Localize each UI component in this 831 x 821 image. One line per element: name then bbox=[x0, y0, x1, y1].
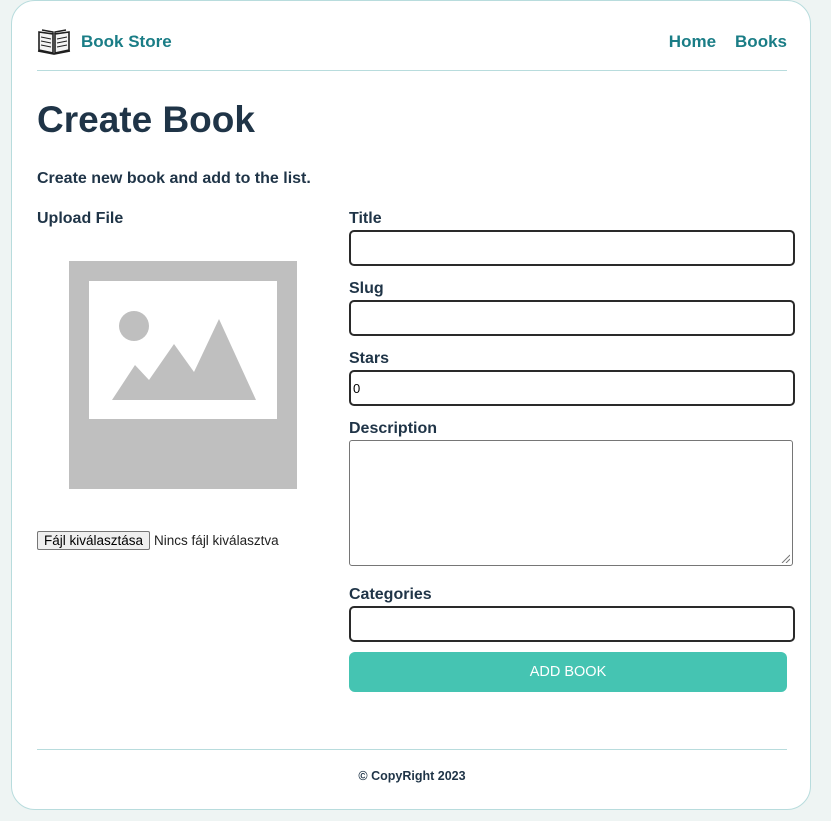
page-title: Create Book bbox=[37, 99, 255, 140]
main-nav: Home Books bbox=[669, 32, 787, 52]
page-subtitle: Create new book and add to the list. bbox=[37, 170, 311, 187]
footer-divider bbox=[37, 749, 787, 750]
file-upload-row: Fájl kiválasztása Nincs fájl kiválasztva bbox=[37, 531, 279, 550]
stars-input[interactable] bbox=[349, 370, 795, 406]
choose-file-button[interactable]: Fájl kiválasztása bbox=[37, 531, 151, 550]
categories-input[interactable] bbox=[349, 606, 795, 642]
categories-label: Categories bbox=[349, 586, 432, 603]
resize-grip-icon[interactable] bbox=[781, 554, 790, 563]
slug-input[interactable] bbox=[349, 300, 795, 336]
brand-link[interactable]: Book Store bbox=[81, 32, 172, 52]
slug-label: Slug bbox=[349, 280, 384, 297]
header: Book Store Home Books bbox=[37, 25, 787, 71]
footer-copyright: © CopyRight 2023 bbox=[358, 769, 466, 783]
description-textarea[interactable] bbox=[349, 440, 793, 566]
description-label: Description bbox=[349, 420, 438, 437]
image-placeholder-icon bbox=[69, 261, 297, 489]
upload-label: Upload File bbox=[37, 210, 124, 227]
file-status-text: Nincs fájl kiválasztva bbox=[154, 533, 279, 548]
main-card: Book Store Home Books Create Book Create… bbox=[11, 0, 811, 810]
open-book-icon bbox=[37, 29, 71, 55]
stars-label: Stars bbox=[349, 350, 390, 367]
nav-books-link[interactable]: Books bbox=[735, 32, 787, 52]
add-book-button[interactable]: ADD BOOK bbox=[349, 652, 787, 692]
nav-home-link[interactable]: Home bbox=[669, 32, 716, 52]
title-label: Title bbox=[349, 210, 382, 227]
title-input[interactable] bbox=[349, 230, 795, 266]
